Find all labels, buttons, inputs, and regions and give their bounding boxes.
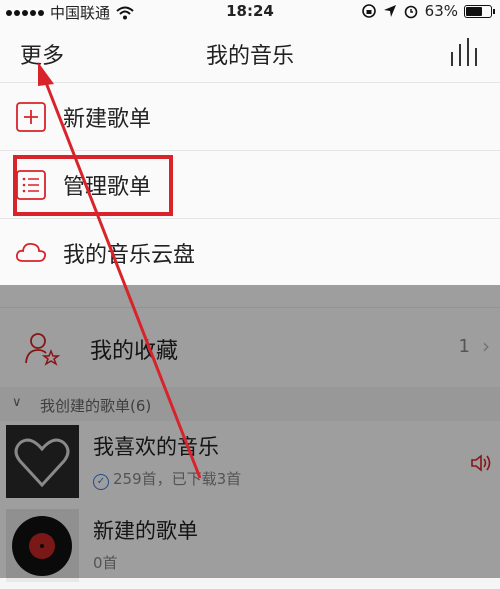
cloud-icon xyxy=(15,242,47,262)
location-icon xyxy=(383,5,396,17)
status-bar: 中国联通 18:24 63% xyxy=(0,0,500,24)
nav-header: 更多 我的音乐 xyxy=(0,24,500,83)
menu-item-label: 新建歌单 xyxy=(63,107,152,132)
alarm-icon xyxy=(404,5,417,19)
page-title: 我的音乐 xyxy=(205,44,294,69)
battery-percent: 63% xyxy=(424,2,458,20)
battery-icon xyxy=(464,4,495,18)
plus-square-icon xyxy=(16,102,46,132)
rotation-lock-icon xyxy=(361,4,376,18)
menu-item-cloud-disk[interactable]: 我的音乐云盘 xyxy=(0,219,500,287)
menu-item-label: 我的音乐云盘 xyxy=(63,243,196,268)
highlight-box xyxy=(13,155,173,216)
now-playing-icon[interactable] xyxy=(450,38,482,66)
dim-overlay[interactable] xyxy=(0,285,500,578)
menu-item-new-playlist[interactable]: 新建歌单 xyxy=(0,83,500,151)
